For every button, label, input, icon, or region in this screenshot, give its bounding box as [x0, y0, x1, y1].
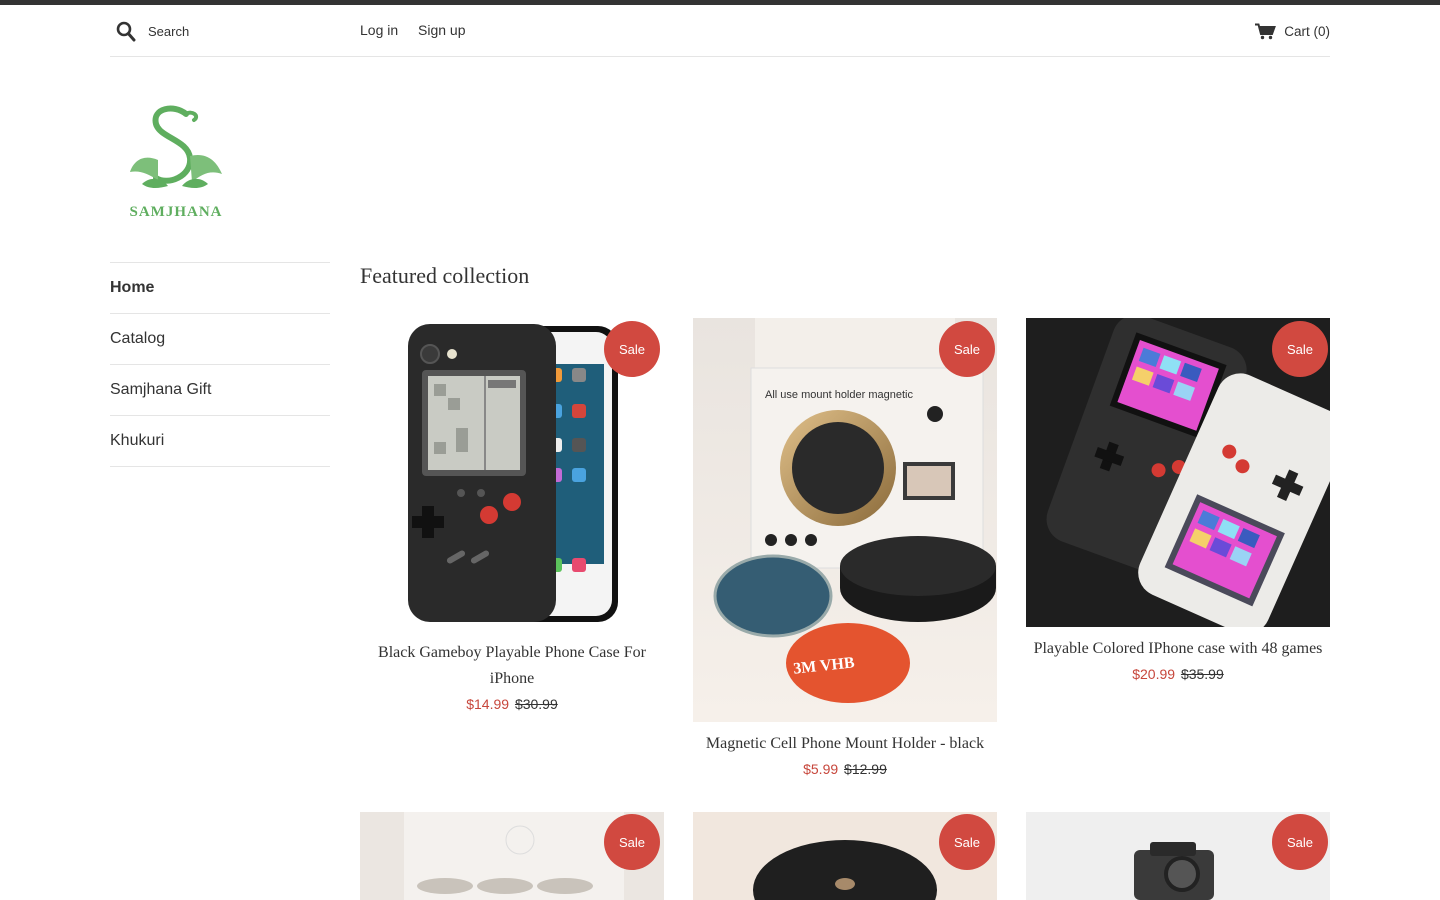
- signup-link[interactable]: Sign up: [418, 22, 465, 38]
- cart-label: Cart (0): [1284, 23, 1330, 39]
- site-header: Log in Sign up Cart (0): [110, 5, 1330, 57]
- nav-item-samjhana-gift[interactable]: Samjhana Gift: [110, 365, 330, 416]
- sale-price: $14.99: [466, 696, 510, 712]
- compare-price: $35.99: [1180, 666, 1224, 682]
- sale-badge: Sale: [604, 814, 660, 870]
- search-icon[interactable]: [116, 21, 136, 43]
- nav-item-catalog[interactable]: Catalog: [110, 314, 330, 365]
- nav-item-khukuri[interactable]: Khukuri: [110, 416, 330, 467]
- sale-badge: Sale: [1272, 814, 1328, 870]
- sale-badge: Sale: [939, 321, 995, 377]
- product-title[interactable]: Black Gameboy Playable Phone Case For iP…: [360, 640, 664, 692]
- logo-image: SAMJHANA: [130, 105, 223, 220]
- svg-text:All use mount holder magnetic: All use mount holder magnetic: [765, 389, 913, 401]
- product-card[interactable]: All use mount holder magnetic 3M VHB Sal…: [693, 318, 997, 788]
- product-card[interactable]: Sale Black Gameboy Playable Phone Case F…: [360, 318, 664, 718]
- product-card[interactable]: Sale: [1026, 812, 1330, 900]
- page-title: Featured collection: [360, 263, 530, 288]
- product-price: $14.99 $30.99: [360, 696, 664, 712]
- logo[interactable]: SAMJHANA: [118, 100, 238, 225]
- product-title[interactable]: Playable Colored IPhone case with 48 gam…: [1026, 636, 1330, 662]
- sidebar-nav: Home Catalog Samjhana Gift Khukuri: [110, 262, 330, 467]
- product-card[interactable]: Sale: [360, 812, 664, 900]
- product-title[interactable]: Magnetic Cell Phone Mount Holder - black: [693, 731, 997, 757]
- search-input[interactable]: [148, 19, 338, 43]
- cart-link[interactable]: Cart (0): [1255, 20, 1330, 42]
- sale-badge: Sale: [1272, 321, 1328, 377]
- sale-price: $5.99: [803, 761, 839, 777]
- compare-price: $12.99: [844, 761, 887, 777]
- sale-badge: Sale: [939, 814, 995, 870]
- product-card[interactable]: Sale: [693, 812, 997, 900]
- product-image[interactable]: All use mount holder magnetic 3M VHB: [693, 318, 997, 722]
- sale-price: $20.99: [1132, 666, 1176, 682]
- cart-icon: [1255, 23, 1277, 39]
- product-price: $5.99 $12.99: [693, 761, 997, 777]
- product-price: $20.99 $35.99: [1026, 666, 1330, 682]
- login-link[interactable]: Log in: [360, 22, 398, 38]
- product-title-line: iPhone: [489, 670, 535, 687]
- product-card[interactable]: Sale Playable Colored IPhone case with 4…: [1026, 318, 1330, 688]
- nav-item-home[interactable]: Home: [110, 263, 330, 314]
- compare-price: $30.99: [514, 696, 558, 712]
- logo-text: SAMJHANA: [130, 204, 223, 220]
- sale-badge: Sale: [604, 321, 660, 377]
- product-title-line: Black Gameboy Playable Phone Case For: [378, 644, 646, 661]
